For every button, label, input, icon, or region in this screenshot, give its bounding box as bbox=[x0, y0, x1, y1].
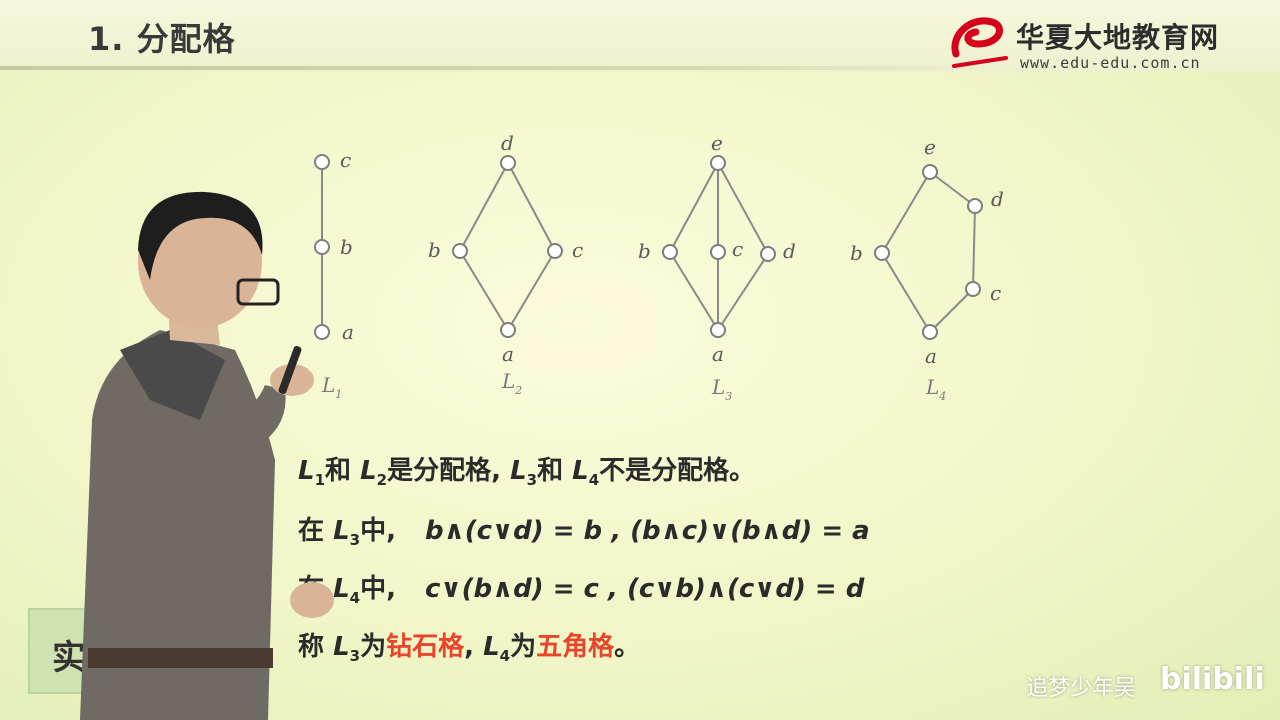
presenter-figure bbox=[80, 191, 334, 720]
uploader-watermark: 追梦少年吴 bbox=[1026, 676, 1137, 701]
bilibili-watermark: bilibili bbox=[1160, 662, 1265, 697]
